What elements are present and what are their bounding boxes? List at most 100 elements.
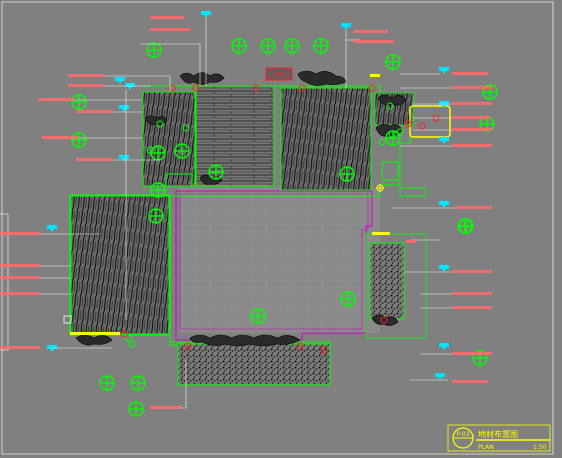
cyan-tag [439,201,449,208]
cyan-tag-bar [47,225,57,229]
yellow-bar-left [70,332,120,335]
tree-symbol [130,375,146,391]
cyan-tag-bar [439,67,449,71]
central-paving-area [180,188,380,333]
plan-scale: 1:50 [533,444,547,451]
annotation-text-bar [68,84,104,87]
cyan-tag-pointer [442,71,446,74]
cyan-tag [47,225,57,232]
tree-symbol [385,130,401,146]
tree-symbol [284,38,300,54]
tree-symbol [231,38,247,54]
cyan-tag-bar [439,265,449,269]
cyan-tag [201,11,211,18]
shrub-circle [128,340,136,348]
annotation-text-bar [0,276,40,279]
annotation-text-bar [0,346,40,349]
annotation-text-bar [406,240,416,243]
cyan-tag-bar [119,105,129,109]
red-marker-circle [418,122,426,130]
cyan-tag [115,77,125,84]
green-step-box [381,161,399,181]
tree-symbol [458,218,474,234]
tree-symbol [174,143,190,159]
annotation-text-bar [150,16,184,19]
annotation-text-bar [452,128,492,131]
cyan-tag [439,343,449,350]
annotation-text-bar [38,98,74,101]
annotation-text-bar [452,86,492,89]
cyan-tag-pointer [442,141,446,144]
tree-symbol [208,164,224,180]
tree-symbol [250,308,266,324]
annotation-text-bar [456,206,492,209]
annotation-text-bar [76,158,112,161]
tree-symbol [150,145,166,161]
green-step-box-3 [399,187,427,197]
cyan-tag [435,373,445,380]
sheet-number: P-03 [456,431,469,438]
cyan-tag-bar [439,201,449,205]
plan-subtitle: PLAN [478,444,494,451]
cyan-tag-bar [125,83,135,87]
right-pebble-bed [369,242,405,320]
annotation-text-bar [0,292,40,295]
tree-symbol [313,38,329,54]
tree-symbol [148,208,164,224]
cyan-tag [47,345,57,352]
central-plank-deck [195,85,275,187]
upper-left-deck [142,91,196,187]
cyan-tag [439,137,449,144]
title-block: P-03 地材布置图 PLAN 1:50 [447,424,551,452]
cyan-tag-bar [439,343,449,347]
cyan-tag-pointer [344,27,348,30]
annotation-text-bar [452,102,492,105]
annotation-text-bar [150,406,182,409]
cyan-tag-bar [119,155,129,159]
annotation-text-bar [452,380,488,383]
tree-symbol [150,182,166,198]
tree-symbol [260,38,276,54]
cyan-tag-pointer [118,81,122,84]
plan-title: 地材布置图 [478,429,518,439]
cyan-tag-pointer [122,159,126,162]
cyan-tag [439,265,449,272]
cyan-tag-bar [47,345,57,349]
annotation-text-bar [452,352,492,355]
annotation-text-bar [42,136,78,139]
annotation-text-bar [354,40,394,43]
annotation-text-bar [452,292,492,295]
annotation-text-bar [68,74,104,77]
annotation-text-bar [452,270,492,273]
annotation-text-bar [354,30,388,33]
yellow-bar-top [370,74,380,77]
shrub-circle [378,138,386,146]
cyan-tag-pointer [442,205,446,208]
cyan-tag [119,155,129,162]
tree-symbol [385,54,401,70]
tree-symbol [146,42,162,58]
tree-symbol [71,132,87,148]
tree-symbol [340,291,356,307]
cyan-tag-bar [439,137,449,141]
tree-symbol [128,401,144,417]
yellow-highlight-box [409,105,451,138]
cyan-tag [439,101,449,108]
annotation-text-bar [150,28,190,31]
cyan-tag-bar [341,23,351,27]
cyan-tag [125,83,135,90]
cyan-tag-pointer [122,109,126,112]
tree-symbol [99,375,115,391]
tree-symbol [339,166,355,182]
cyan-tag [439,67,449,74]
cyan-tag-pointer [128,87,132,90]
annotation-text-bar [452,144,492,147]
cyan-tag-pointer [442,269,446,272]
annotation-text-bar [0,232,40,235]
yellow-bar-right [372,232,390,235]
right-wood-deck [280,87,372,191]
cyan-tag [341,23,351,30]
cyan-tag-pointer [438,377,442,380]
cyan-tag-bar [115,77,125,81]
annotation-text-bar [452,116,490,119]
